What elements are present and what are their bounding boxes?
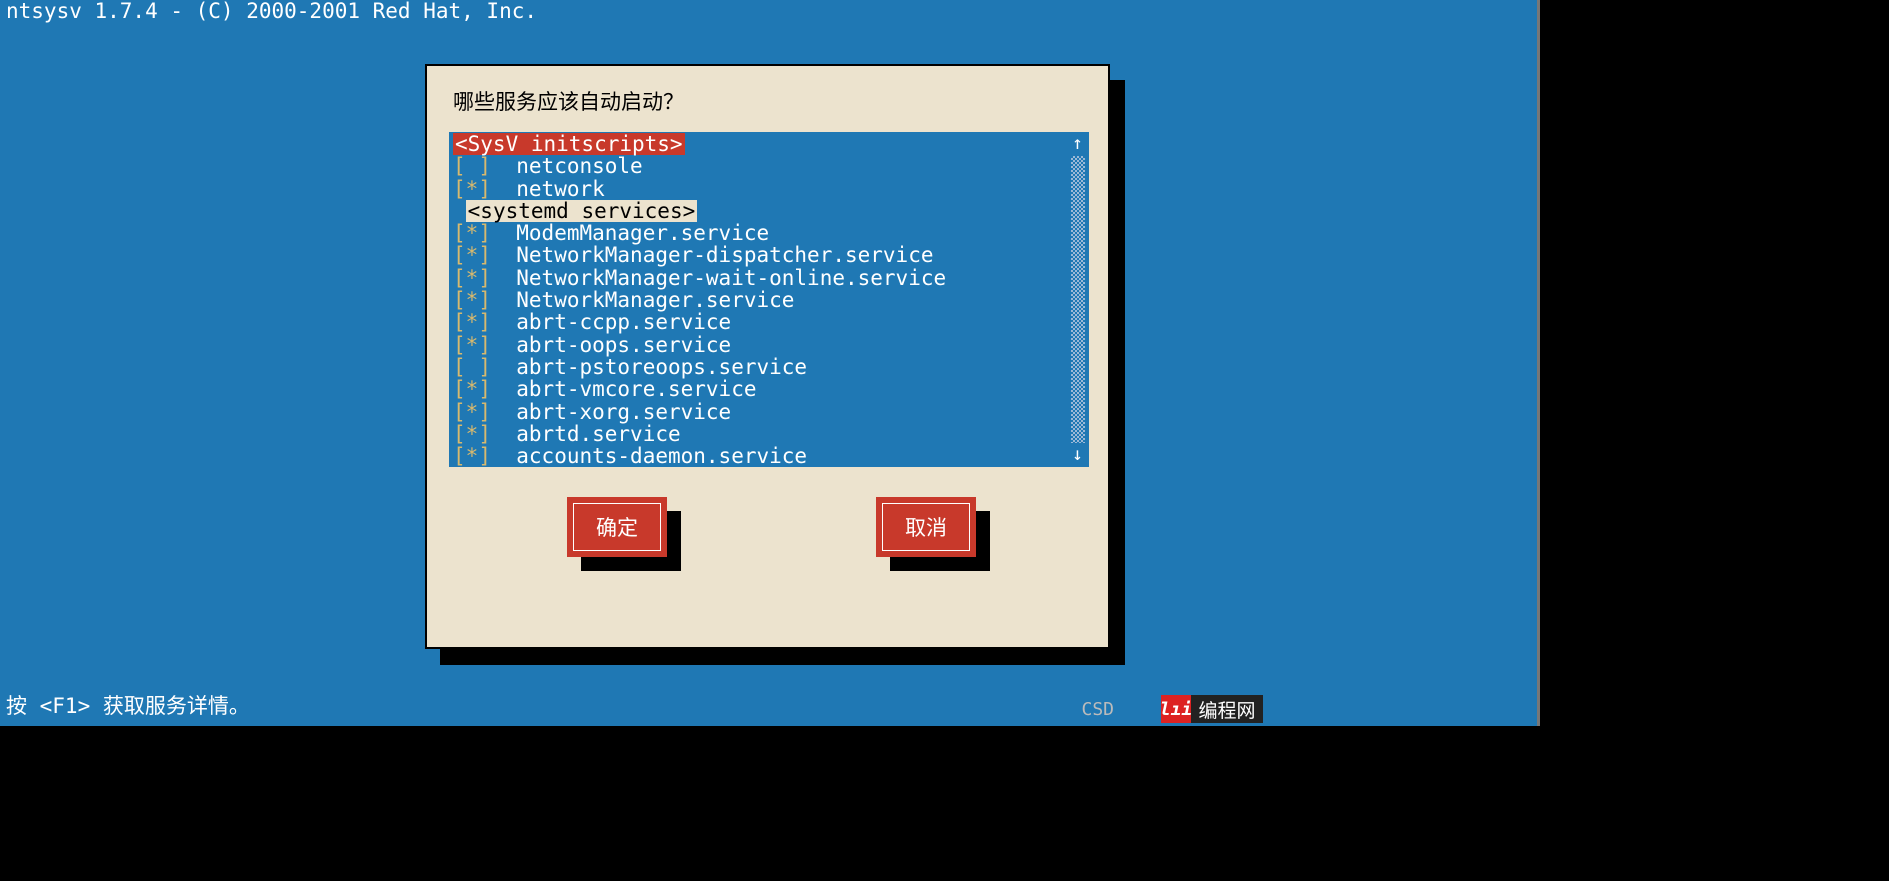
button-row: 确定 取消 (567, 497, 976, 557)
service-name: NetworkManager.service (516, 288, 794, 312)
group-systemd: <systemd services> (466, 200, 698, 222)
service-name: abrt-xorg.service (516, 400, 731, 424)
service-item[interactable]: [*] abrt-oops.service (453, 334, 1085, 356)
service-item[interactable]: [*] abrtd.service (453, 423, 1085, 445)
watermark-site: 编程网 (1191, 695, 1263, 723)
service-name: ModemManager.service (516, 221, 769, 245)
service-name: NetworkManager-dispatcher.service (516, 243, 933, 267)
terminal-screen: ntsysv 1.7.4 - (C) 2000-2001 Red Hat, In… (0, 0, 1540, 726)
service-item[interactable]: [*] abrt-ccpp.service (453, 311, 1085, 333)
watermark-badge-icon: lıi (1161, 695, 1191, 723)
service-name: abrt-oops.service (516, 333, 731, 357)
scroll-up-icon[interactable]: ↑ (1072, 133, 1083, 155)
scroll-down-icon[interactable]: ↓ (1072, 444, 1083, 466)
service-item[interactable]: [ ] abrt-pstoreoops.service (453, 356, 1085, 378)
dialog-title: 哪些服务应该自动启动？ (453, 86, 1086, 116)
service-name: network (516, 177, 605, 201)
scrollbar-track[interactable] (1071, 156, 1085, 443)
service-item[interactable]: [*] NetworkManager-wait-online.service (453, 267, 1085, 289)
service-name: abrtd.service (516, 422, 680, 446)
service-item[interactable]: [*] ModemManager.service (453, 222, 1085, 244)
service-name: abrt-vmcore.service (516, 377, 756, 401)
service-item[interactable]: [*] abrt-vmcore.service (453, 378, 1085, 400)
service-name: abrt-pstoreoops.service (516, 355, 807, 379)
service-item[interactable]: [*] NetworkManager.service (453, 289, 1085, 311)
service-item[interactable]: [*] NetworkManager-dispatcher.service (453, 244, 1085, 266)
service-name: netconsole (516, 154, 642, 178)
service-name: NetworkManager-wait-online.service (516, 266, 946, 290)
group-sysv: <SysV initscripts> (453, 133, 685, 155)
service-list[interactable]: <SysV initscripts> [ ] netconsole [*] ne… (449, 132, 1089, 467)
service-list-inner: <SysV initscripts> [ ] netconsole [*] ne… (449, 132, 1089, 468)
service-name: abrt-ccpp.service (516, 310, 731, 334)
cancel-button[interactable]: 取消 (876, 497, 976, 557)
watermark-csdn: CSD (1081, 699, 1114, 720)
service-item[interactable]: [*] network (453, 178, 1085, 200)
app-header: ntsysv 1.7.4 - (C) 2000-2001 Red Hat, In… (0, 0, 1537, 23)
service-item[interactable]: [ ] netconsole (453, 155, 1085, 177)
service-name: accounts-daemon.service (516, 444, 807, 468)
help-hint: 按 <F1> 获取服务详情。 (6, 695, 250, 718)
service-item[interactable]: [*] abrt-xorg.service (453, 401, 1085, 423)
services-dialog: 哪些服务应该自动启动？ <SysV initscripts> [ ] netco… (425, 64, 1110, 649)
service-item[interactable]: [*] accounts-daemon.service (453, 445, 1085, 467)
ok-button[interactable]: 确定 (567, 497, 667, 557)
